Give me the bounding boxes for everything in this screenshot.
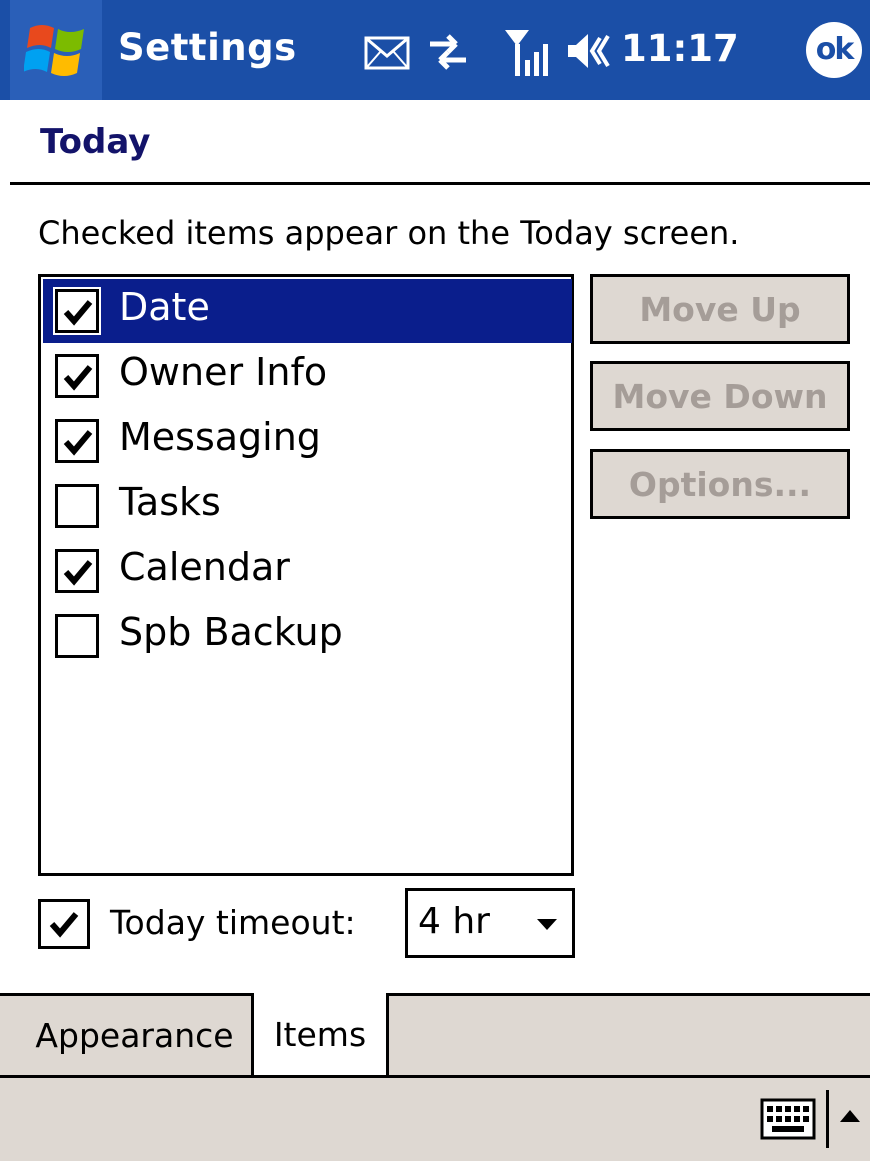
menu-bar	[0, 1075, 870, 1161]
tab-appearance[interactable]: Appearance	[18, 996, 254, 1075]
move-down-button[interactable]: Move Down	[590, 361, 850, 431]
connectivity-arrows-icon[interactable]	[426, 30, 470, 72]
list-item-calendar[interactable]: Calendar	[43, 539, 572, 603]
input-panel-divider	[826, 1090, 829, 1148]
windows-start-icon	[24, 25, 84, 76]
item-label: Date	[119, 285, 210, 329]
page-title: Today	[40, 122, 151, 162]
checkmark-icon	[63, 300, 93, 326]
timeout-checkbox[interactable]	[38, 899, 90, 949]
title-bar: Settings 11:17 ok	[0, 0, 870, 100]
speaker-volume-icon[interactable]	[566, 30, 610, 72]
item-label: Owner Info	[119, 350, 328, 394]
signal-strength-icon[interactable]	[503, 26, 553, 78]
item-checkbox[interactable]	[55, 484, 99, 528]
item-checkbox[interactable]	[55, 549, 99, 593]
ok-button[interactable]: ok	[806, 22, 862, 78]
timeout-dropdown[interactable]: 4 hr	[405, 888, 575, 958]
envelope-icon[interactable]	[364, 36, 410, 70]
list-item-spb-backup[interactable]: Spb Backup	[43, 604, 572, 668]
heading-divider	[10, 182, 870, 185]
tab-strip: Appearance Items	[0, 993, 870, 1075]
list-item-messaging[interactable]: Messaging	[43, 409, 572, 473]
timeout-value: 4 hr	[418, 901, 490, 942]
options-button[interactable]: Options...	[590, 449, 850, 519]
checkmark-icon	[63, 430, 93, 456]
item-checkbox[interactable]	[55, 614, 99, 658]
timeout-label: Today timeout:	[110, 903, 356, 942]
today-items-list[interactable]: Date Owner Info Messaging Tasks Calendar…	[38, 274, 574, 876]
checkmark-icon	[49, 912, 79, 938]
start-button[interactable]	[10, 0, 102, 100]
list-item-date[interactable]: Date	[43, 279, 572, 343]
item-checkbox[interactable]	[55, 354, 99, 398]
app-title: Settings	[118, 26, 297, 69]
item-label: Messaging	[119, 415, 321, 459]
item-checkbox[interactable]	[53, 287, 101, 335]
chevron-down-icon	[537, 919, 557, 930]
checkmark-icon	[63, 560, 93, 586]
list-item-owner-info[interactable]: Owner Info	[43, 344, 572, 408]
list-item-tasks[interactable]: Tasks	[43, 474, 572, 538]
move-up-button[interactable]: Move Up	[590, 274, 850, 344]
tab-items[interactable]: Items	[254, 993, 389, 1075]
clock[interactable]: 11:17	[621, 27, 739, 70]
item-label: Tasks	[119, 480, 221, 524]
instructions-text: Checked items appear on the Today screen…	[38, 214, 740, 252]
item-checkbox[interactable]	[55, 419, 99, 463]
checkmark-icon	[63, 365, 93, 391]
item-label: Spb Backup	[119, 610, 343, 654]
item-label: Calendar	[119, 545, 290, 589]
keyboard-icon[interactable]	[760, 1098, 816, 1140]
input-panel-arrow-icon[interactable]	[838, 1108, 862, 1124]
